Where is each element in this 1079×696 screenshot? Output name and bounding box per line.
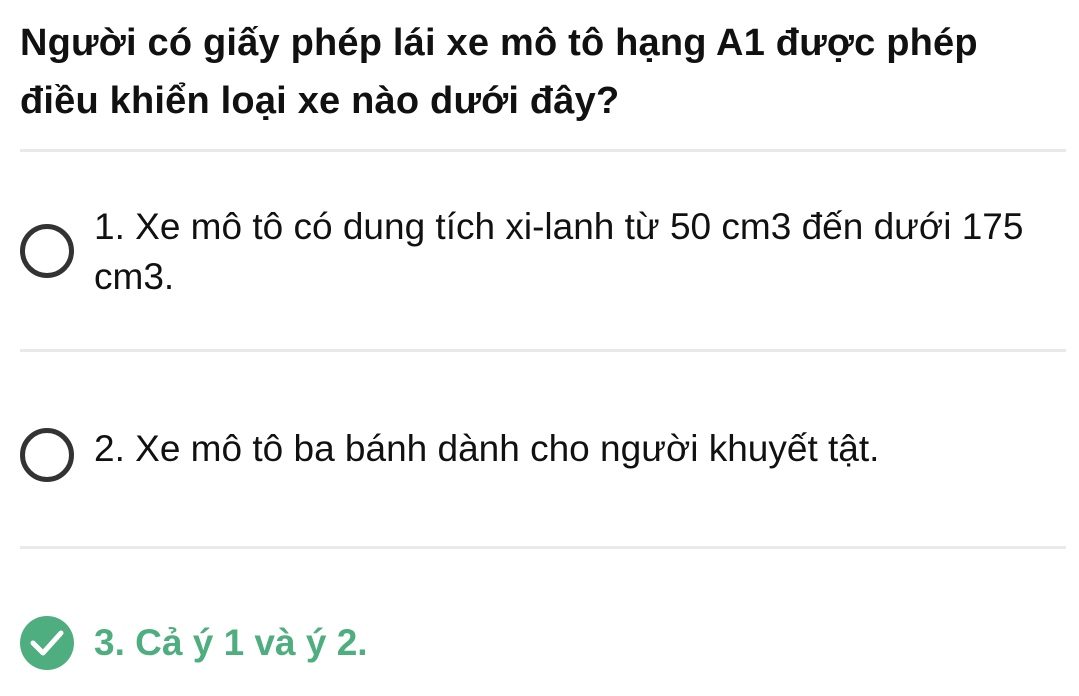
checkmark-icon [30,630,64,656]
divider [20,349,1066,352]
check-circle-icon[interactable] [20,616,74,670]
answer-option-1[interactable]: 1. Xe mô tô có dung tích xi-lanh từ 50 c… [20,202,1066,302]
question-text: Người có giấy phép lái xe mô tô hạng A1 … [20,22,978,122]
answer-option-3-label: 3. Cả ý 1 và ý 2. [94,622,368,663]
divider [20,546,1066,549]
divider [20,149,1066,152]
answer-option-2[interactable]: 2. Xe mô tô ba bánh dành cho người khuyế… [20,424,1066,482]
answer-option-3[interactable]: 3. Cả ý 1 và ý 2. [20,612,1066,674]
radio-empty-icon[interactable] [20,428,74,482]
answer-option-1-label: 1. Xe mô tô có dung tích xi-lanh từ 50 c… [94,206,1024,297]
quiz-page: Người có giấy phép lái xe mô tô hạng A1 … [0,0,1079,696]
radio-empty-icon[interactable] [20,224,74,278]
answer-option-2-label: 2. Xe mô tô ba bánh dành cho người khuyế… [94,428,880,469]
